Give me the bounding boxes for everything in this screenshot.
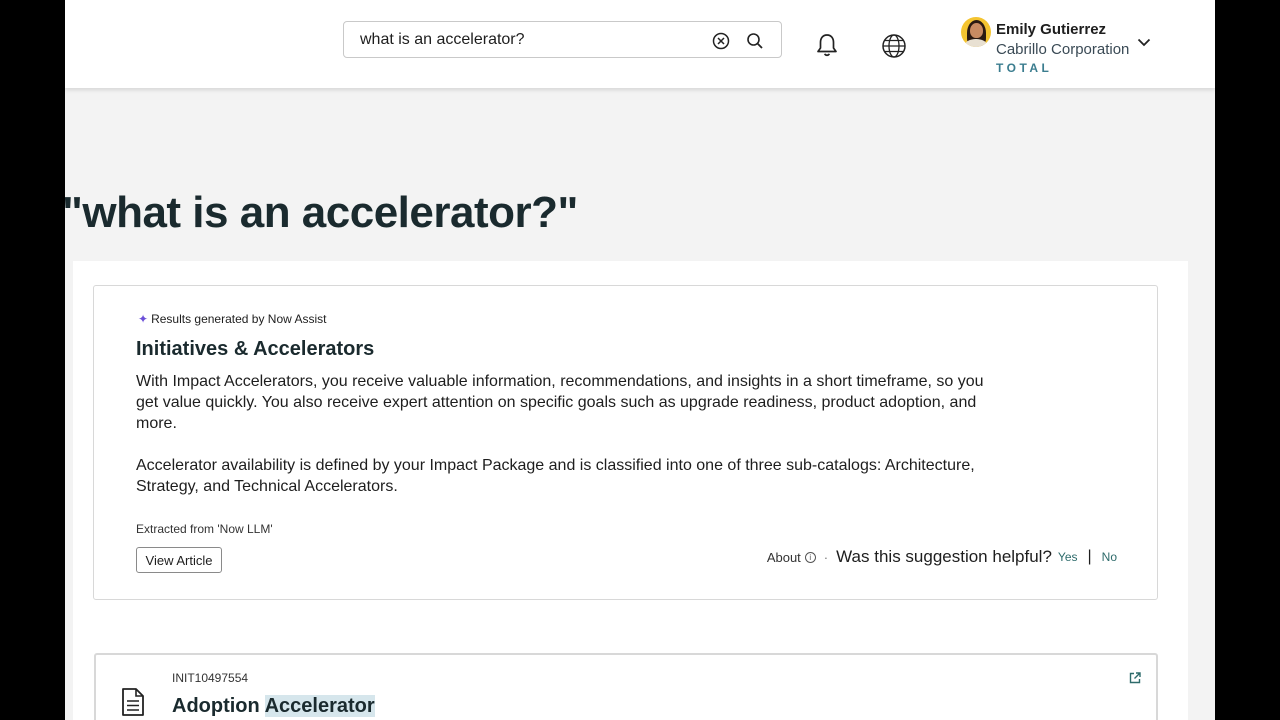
feedback-no-button[interactable]: No	[1102, 550, 1117, 564]
feedback-question: Was this suggestion helpful?	[836, 547, 1052, 566]
user-info[interactable]: Emily Gutierrez Cabrillo Corporation TOT…	[996, 20, 1129, 76]
search-input[interactable]	[344, 30, 694, 49]
view-article-button[interactable]: View Article	[136, 547, 222, 573]
clear-circle-icon[interactable]	[710, 30, 732, 52]
top-header: Emily Gutierrez Cabrillo Corporation TOT…	[65, 0, 1215, 88]
feedback-bar: About i · Was this suggestion helpful? Y…	[767, 547, 1117, 567]
ai-answer-paragraph: Accelerator availability is defined by y…	[136, 457, 975, 495]
about-label: About	[766, 549, 801, 565]
results-panel: ✦ Results generated by Now Assist Initia…	[73, 261, 1188, 720]
app-window: Emily Gutierrez Cabrillo Corporation TOT…	[65, 0, 1215, 720]
ai-answer-title: Initiatives & Accelerators	[136, 338, 375, 360]
feedback-divider: |	[1087, 548, 1092, 565]
search-icon[interactable]	[744, 30, 766, 52]
ai-badge: ✦ Results generated by Now Assist	[138, 312, 326, 326]
avatar[interactable]	[961, 17, 991, 47]
search-result-card[interactable]: INIT10497554 Adoption Accelerator	[94, 653, 1158, 720]
user-name: Emily Gutierrez	[996, 21, 1107, 38]
feedback-yes-button[interactable]: Yes	[1058, 550, 1078, 564]
search-bar	[343, 21, 782, 58]
sparkle-icon: ✦	[138, 312, 149, 326]
separator-dot: ·	[823, 549, 829, 565]
ai-answer-body: With Impact Accelerators, you receive va…	[136, 371, 986, 497]
ai-badge-label: Results generated by Now Assist	[151, 312, 327, 326]
result-id: INIT10497554	[172, 671, 249, 685]
info-icon: i	[804, 551, 816, 563]
brand-label: TOTAL	[996, 61, 1053, 75]
document-icon	[120, 687, 146, 717]
ai-answer-paragraph: With Impact Accelerators, you receive va…	[136, 373, 984, 432]
bell-icon[interactable]	[813, 30, 841, 60]
page-title: "what is an accelerator?"	[65, 188, 578, 237]
ai-answer-card: ✦ Results generated by Now Assist Initia…	[93, 285, 1158, 600]
ai-source-label: Extracted from 'Now LLM'	[136, 522, 273, 536]
chevron-down-icon[interactable]	[1135, 33, 1153, 51]
result-title-prefix: Adoption	[172, 695, 260, 717]
globe-icon[interactable]	[880, 32, 908, 60]
external-link-icon[interactable]	[1128, 671, 1142, 685]
user-company: Cabrillo Corporation	[996, 41, 1130, 58]
result-title-highlight: Accelerator	[264, 695, 375, 717]
about-link[interactable]: About i	[767, 550, 816, 565]
result-title-link[interactable]: Adoption Accelerator	[172, 695, 375, 718]
